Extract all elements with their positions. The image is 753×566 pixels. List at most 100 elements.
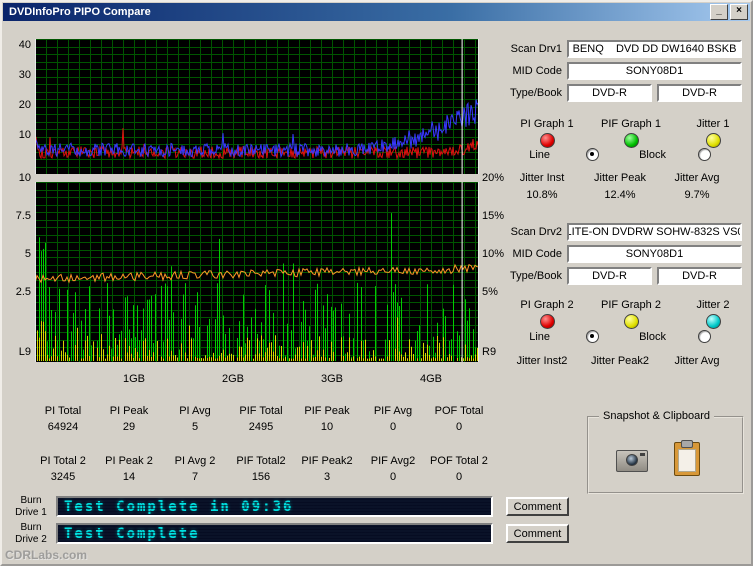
stat-pi-peak: PI Peak 29: [96, 405, 162, 433]
camera-icon[interactable]: [616, 450, 648, 472]
pi-chart: [35, 39, 479, 174]
x-tick: 1GB: [119, 373, 149, 385]
stat-pif-total-2: PIF Total2 156: [228, 455, 294, 483]
type-2a-field[interactable]: DVD-R: [567, 267, 652, 285]
stat-label: PI Avg 2: [162, 455, 228, 467]
y-tick: 10: [7, 129, 31, 141]
minimize-icon: _: [716, 6, 722, 16]
y-tick-percent: 15%: [482, 210, 512, 222]
burn-drive-1-label: Burn Drive 1: [8, 495, 54, 519]
lcd-text: Test Complete: [64, 526, 200, 542]
y-tick: 40: [7, 39, 31, 51]
block-2-label: Block: [626, 331, 666, 343]
jitter-avg-1-label: Jitter Avg: [661, 172, 733, 184]
jitter-inst-1-value: 10.8%: [506, 189, 578, 201]
type-2b-field[interactable]: DVD-R: [657, 267, 742, 285]
pi-graph-2-led-icon: [540, 314, 555, 329]
stat-value: 0: [360, 421, 426, 433]
stat-pif-avg-2: PIF Avg2 0: [360, 455, 426, 483]
legend-pi-graph-1: PI Graph 1: [510, 118, 584, 148]
type-1b-field[interactable]: DVD-R: [657, 84, 742, 102]
stat-value: 14: [96, 471, 162, 483]
stat-label: PIF Avg: [360, 405, 426, 417]
mid-code-2-label: MID Code: [500, 248, 562, 260]
stat-pif-peak: PIF Peak 10: [294, 405, 360, 433]
type-1a-field[interactable]: DVD-R: [567, 84, 652, 102]
legend-label: PIF Graph 2: [601, 299, 661, 311]
stat-label: PI Total 2: [30, 455, 96, 467]
stat-pi-total: PI Total64924: [30, 405, 96, 433]
jitter-2-led-icon: [706, 314, 721, 329]
scan-drv1-label: Scan Drv1: [500, 43, 562, 55]
cdrlabs-watermark: CDRLabs.com: [5, 548, 87, 562]
scan-drv1-field[interactable]: BENQ DVD DD DW1640 BSKB: [567, 40, 742, 58]
mid-code-2-field[interactable]: SONY08D1: [567, 245, 742, 263]
mid-code-1-label: MID Code: [500, 65, 562, 77]
type-book-2-label: Type/Book: [500, 270, 562, 282]
stat-label: PIF Total: [228, 405, 294, 417]
stat-value: 156: [228, 471, 294, 483]
burn-label-line: Drive 1: [15, 507, 47, 518]
y-tick: 30: [7, 69, 31, 81]
stat-pof-total: POF Total0: [426, 405, 492, 433]
titlebar[interactable]: DVDInfoPro PIPO Compare _ ×: [3, 3, 750, 21]
comment-button-drive2[interactable]: Comment: [506, 524, 569, 543]
line-1-radio[interactable]: [586, 148, 599, 161]
legend-jitter-1: Jitter 1: [676, 118, 750, 148]
stat-pi-total-2: PI Total 23245: [30, 455, 96, 483]
y-tick: 2.5: [7, 286, 31, 298]
jitter-peak-1-value: 12.4%: [584, 189, 656, 201]
stat-value: 0: [426, 471, 492, 483]
burn-label-line: Drive 2: [15, 534, 47, 545]
block-1-label: Block: [626, 149, 666, 161]
legend-pi-graph-2: PI Graph 2: [510, 299, 584, 329]
y-tick: 10: [7, 172, 31, 184]
app-window: DVDInfoPro PIPO Compare _ × 40 30 20 10 …: [0, 0, 753, 566]
stat-label: PIF Peak: [294, 405, 360, 417]
stat-value: 5: [162, 421, 228, 433]
stat-label: PIF Avg2: [360, 455, 426, 467]
stat-value: 29: [96, 421, 162, 433]
minimize-button[interactable]: _: [710, 4, 728, 20]
y-tick: 5: [7, 248, 31, 260]
legend-label: PIF Graph 1: [601, 118, 661, 130]
stat-value: 10: [294, 421, 360, 433]
jitter-avg-2-label: Jitter Avg: [661, 355, 733, 367]
x-tick: 3GB: [317, 373, 347, 385]
legend-jitter-2: Jitter 2: [676, 299, 750, 329]
legend-pif-graph-2: PIF Graph 2: [594, 299, 668, 329]
x-tick: 4GB: [416, 373, 446, 385]
burn-label-line: Burn: [20, 495, 41, 506]
burn-drive-2-label: Burn Drive 2: [8, 522, 54, 546]
stats-row-drive2: PI Total 23245 PI Peak 2 14 PI Avg 2 7 PIF…: [30, 455, 492, 483]
scan-drv2-field[interactable]: LITE-ON DVDRW SOHW-832S VS0: [567, 223, 742, 241]
clipboard-icon[interactable]: [674, 442, 700, 476]
burn-label-line: Burn: [20, 522, 41, 533]
line-1-label: Line: [514, 149, 550, 161]
line-2-label: Line: [514, 331, 550, 343]
block-2-radio[interactable]: [698, 330, 711, 343]
stat-value: 7: [162, 471, 228, 483]
type-book-1-label: Type/Book: [500, 87, 562, 99]
close-button[interactable]: ×: [730, 4, 748, 20]
jitter-peak-1-label: Jitter Peak: [584, 172, 656, 184]
lcd-text: Test Complete in 09:36: [64, 499, 293, 515]
stat-value: 0: [360, 471, 426, 483]
jitter-avg-1-value: 9.7%: [661, 189, 733, 201]
legend-label: Jitter 2: [696, 299, 729, 311]
line-2-radio[interactable]: [586, 330, 599, 343]
scan-drv2-label: Scan Drv2: [500, 226, 562, 238]
stat-label: PI Peak 2: [96, 455, 162, 467]
stat-value: 64924: [30, 421, 96, 433]
lcd-display-drive2: Test Complete: [56, 523, 493, 544]
stat-label: POF Total: [426, 405, 492, 417]
comment-button-drive1[interactable]: Comment: [506, 497, 569, 516]
stat-label: PIF Total2: [228, 455, 294, 467]
block-1-radio[interactable]: [698, 148, 711, 161]
mid-code-1-field[interactable]: SONY08D1: [567, 62, 742, 80]
stat-label: POF Total 2: [426, 455, 492, 467]
stat-label: PI Peak: [96, 405, 162, 417]
lcd-display-drive1: Test Complete in 09:36: [56, 496, 493, 517]
stat-value: 2495: [228, 421, 294, 433]
stat-value: 3: [294, 471, 360, 483]
